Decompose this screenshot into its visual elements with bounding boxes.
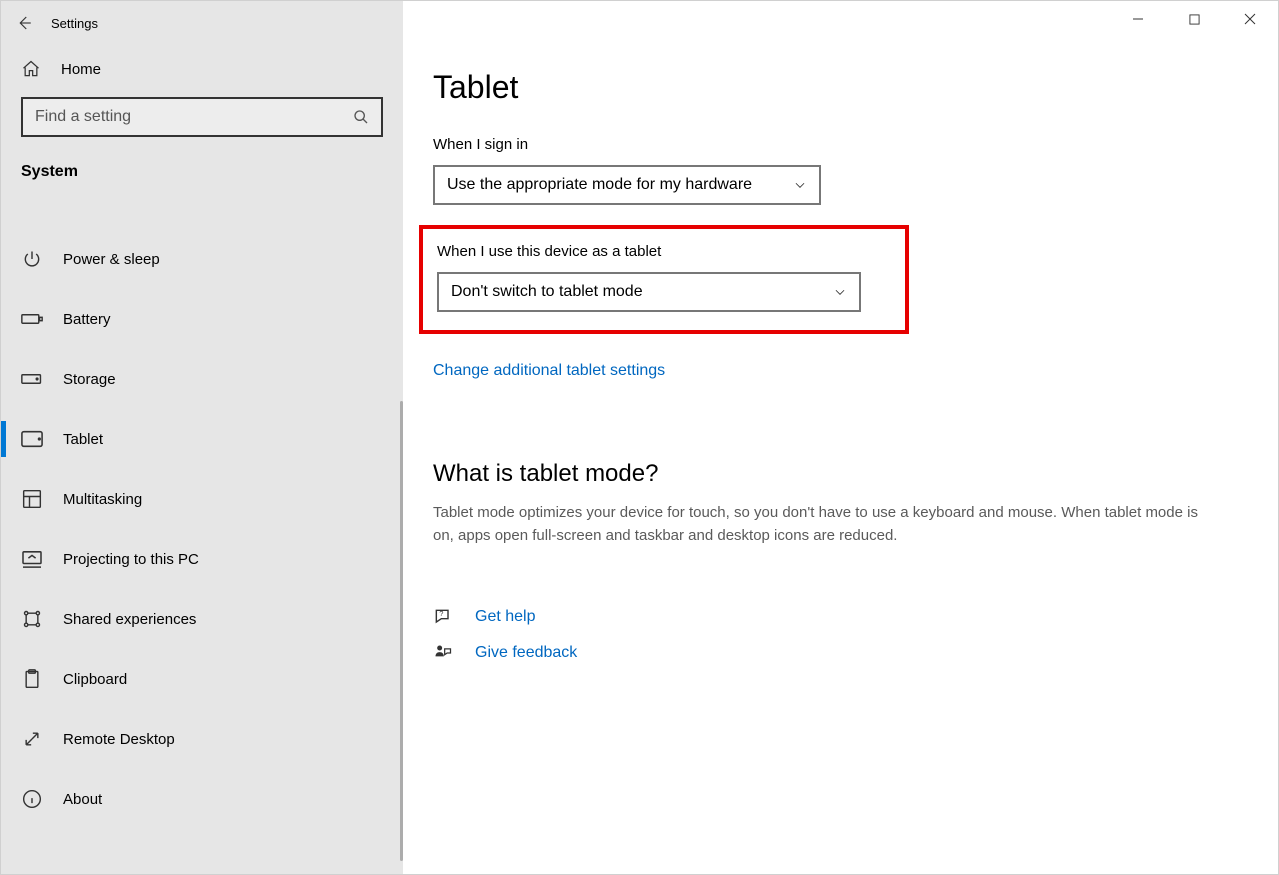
sidebar-item-label: About xyxy=(63,791,102,808)
give-feedback-row[interactable]: Give feedback xyxy=(433,643,1238,663)
sidebar-item-storage[interactable]: Storage xyxy=(1,349,403,409)
sidebar-item-label: Remote Desktop xyxy=(63,731,175,748)
info-body: Tablet mode optimizes your device for to… xyxy=(433,502,1213,547)
sidebar-header: Settings xyxy=(1,1,403,41)
chevron-down-icon xyxy=(793,178,807,192)
give-feedback-link[interactable]: Give feedback xyxy=(475,644,577,662)
get-help-row[interactable]: ? Get help xyxy=(433,607,1238,627)
info-heading: What is tablet mode? xyxy=(433,460,1238,488)
sidebar: Settings Home System Power & sleep xyxy=(1,1,403,874)
sidebar-item-label: Home xyxy=(61,61,101,78)
sidebar-item-power-sleep[interactable]: Power & sleep xyxy=(1,229,403,289)
sidebar-item-label: Clipboard xyxy=(63,671,127,688)
sidebar-item-label: Projecting to this PC xyxy=(63,551,199,568)
storage-icon xyxy=(21,368,43,390)
help-icon: ? xyxy=(433,607,453,627)
chevron-down-icon xyxy=(833,285,847,299)
tablet-icon xyxy=(21,428,43,450)
signin-select[interactable]: Use the appropriate mode for my hardware xyxy=(433,165,821,205)
power-icon xyxy=(21,248,43,270)
window-controls xyxy=(1110,1,1278,37)
minimize-button[interactable] xyxy=(1110,1,1166,37)
feedback-icon xyxy=(433,643,453,663)
sidebar-item-battery[interactable]: Battery xyxy=(1,289,403,349)
signin-select-value: Use the appropriate mode for my hardware xyxy=(447,176,752,194)
change-tablet-settings-link[interactable]: Change additional tablet settings xyxy=(433,362,665,380)
maximize-icon xyxy=(1189,14,1200,25)
search-box[interactable] xyxy=(21,97,383,137)
search-input[interactable] xyxy=(33,107,351,127)
sidebar-item-label: Battery xyxy=(63,311,111,328)
sidebar-item-about[interactable]: About xyxy=(1,769,403,829)
sidebar-item-shared-experiences[interactable]: Shared experiences xyxy=(1,589,403,649)
shared-icon xyxy=(21,608,43,630)
sidebar-item-projecting[interactable]: Projecting to this PC xyxy=(1,529,403,589)
sidebar-item-tablet[interactable]: Tablet xyxy=(1,409,403,469)
help-links: ? Get help Give feedback xyxy=(433,607,1238,663)
highlight-annotation: When I use this device as a tablet Don't… xyxy=(419,225,909,334)
main-content: Tablet When I sign in Use the appropriat… xyxy=(403,1,1278,874)
home-icon xyxy=(21,59,41,79)
sidebar-item-multitasking[interactable]: Multitasking xyxy=(1,469,403,529)
multitasking-icon xyxy=(21,488,43,510)
sidebar-item-label: Power & sleep xyxy=(63,251,160,268)
nav: Power & sleep Battery Storage Tablet xyxy=(1,229,403,829)
signin-label: When I sign in xyxy=(433,136,1238,153)
battery-icon xyxy=(21,308,43,330)
search-wrap xyxy=(1,97,403,163)
sidebar-item-label: Multitasking xyxy=(63,491,142,508)
get-help-link[interactable]: Get help xyxy=(475,608,535,626)
device-select-value: Don't switch to tablet mode xyxy=(451,283,643,301)
search-icon xyxy=(351,107,371,127)
arrow-left-icon xyxy=(15,14,33,32)
projecting-icon xyxy=(21,548,43,570)
sidebar-item-home[interactable]: Home xyxy=(1,41,403,97)
clipboard-icon xyxy=(21,668,43,690)
sidebar-item-label: Storage xyxy=(63,371,116,388)
remote-desktop-icon xyxy=(21,728,43,750)
device-select[interactable]: Don't switch to tablet mode xyxy=(437,272,861,312)
svg-text:?: ? xyxy=(439,609,443,618)
close-button[interactable] xyxy=(1222,1,1278,37)
device-label: When I use this device as a tablet xyxy=(437,243,873,260)
page-title: Tablet xyxy=(433,69,1238,106)
section-title: System xyxy=(1,163,403,199)
maximize-button[interactable] xyxy=(1166,1,1222,37)
back-button[interactable] xyxy=(1,3,47,43)
sidebar-item-remote-desktop[interactable]: Remote Desktop xyxy=(1,709,403,769)
sidebar-item-clipboard[interactable]: Clipboard xyxy=(1,649,403,709)
close-icon xyxy=(1244,13,1256,25)
sidebar-item-label: Shared experiences xyxy=(63,611,196,628)
about-icon xyxy=(21,788,43,810)
app-title: Settings xyxy=(47,16,98,31)
sidebar-item-label: Tablet xyxy=(63,431,103,448)
minimize-icon xyxy=(1132,13,1144,25)
